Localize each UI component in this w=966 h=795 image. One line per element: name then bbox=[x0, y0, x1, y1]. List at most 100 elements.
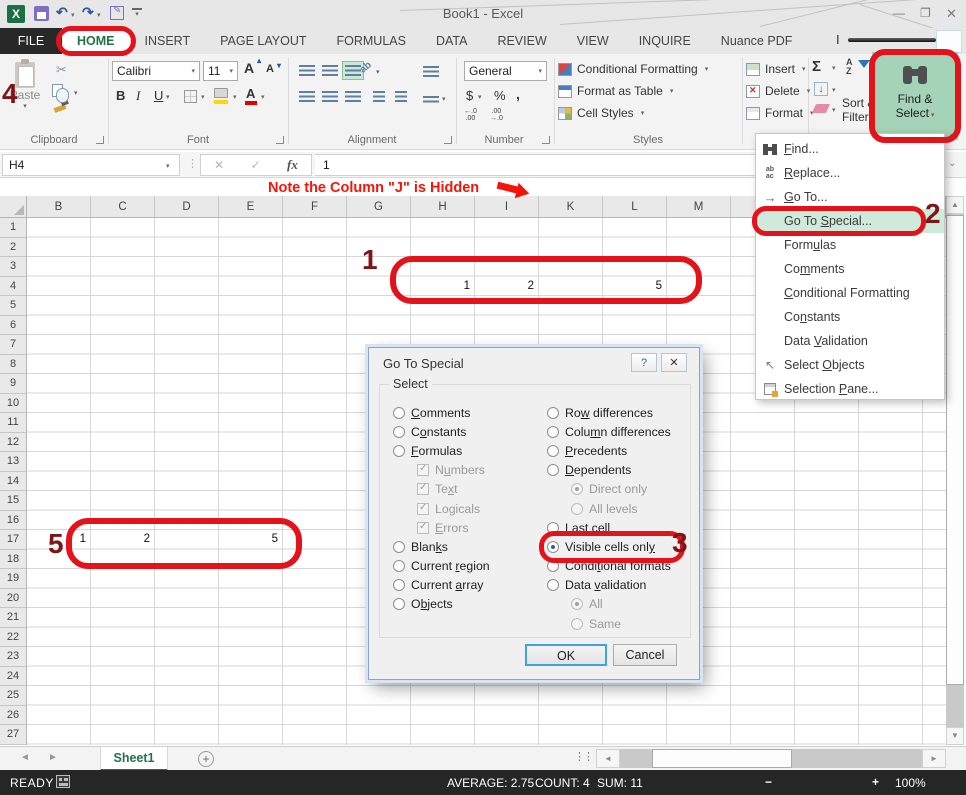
cell-C17[interactable]: 2 bbox=[91, 530, 155, 550]
font-color-icon[interactable]: A bbox=[246, 86, 255, 101]
row-header-15[interactable]: 15 bbox=[0, 491, 27, 511]
option-current-region[interactable]: Current region bbox=[393, 557, 490, 576]
row-header-3[interactable]: 3 bbox=[0, 257, 27, 277]
fill-color-icon[interactable] bbox=[214, 88, 228, 98]
formula-bar-handle[interactable]: ⋮ bbox=[187, 157, 198, 170]
row-header-25[interactable]: 25 bbox=[0, 686, 27, 706]
font-size-combo[interactable]: 11▾ bbox=[203, 61, 238, 81]
option-conditional-formats[interactable]: Conditional formats bbox=[547, 557, 671, 576]
option-objects[interactable]: Objects bbox=[393, 595, 490, 614]
menu-item-replace[interactable]: ab acReplace... bbox=[756, 161, 944, 185]
row-header-8[interactable]: 8 bbox=[0, 355, 27, 375]
shrink-font-icon[interactable]: A bbox=[266, 63, 274, 75]
macro-record-icon[interactable] bbox=[56, 775, 70, 788]
expand-formula-bar-icon[interactable]: ⌄ bbox=[948, 158, 956, 169]
zoom-percentage[interactable]: 100% bbox=[895, 776, 926, 790]
radio-current-array[interactable] bbox=[393, 579, 405, 591]
tab-review[interactable]: REVIEW bbox=[482, 28, 561, 54]
conditional-formatting-button[interactable]: Conditional Formatting bbox=[558, 62, 708, 76]
menu-item-selection-pane[interactable]: Selection Pane... bbox=[756, 377, 944, 401]
radio-precedents[interactable] bbox=[547, 445, 559, 457]
cell-styles-button[interactable]: Cell Styles bbox=[558, 106, 644, 120]
percent-button[interactable]: % bbox=[494, 88, 506, 103]
option-precedents[interactable]: Precedents bbox=[547, 441, 671, 460]
tab-file[interactable]: FILE bbox=[0, 28, 62, 54]
option-column-differences[interactable]: Column differences bbox=[547, 422, 671, 441]
cell-E17[interactable]: 5 bbox=[219, 530, 283, 550]
option-dependents[interactable]: Dependents bbox=[547, 461, 671, 480]
column-header-F[interactable]: F bbox=[283, 196, 347, 218]
option-blanks[interactable]: Blanks bbox=[393, 537, 490, 556]
copy-button[interactable] bbox=[52, 84, 63, 97]
insert-function-icon[interactable]: fx bbox=[287, 157, 298, 173]
tab-splitter-handle[interactable]: ⋮⋮ bbox=[574, 750, 592, 763]
font-dialog-launcher-icon[interactable] bbox=[276, 136, 284, 144]
option-data-validation[interactable]: Data validation bbox=[547, 576, 671, 595]
middle-align-button[interactable] bbox=[319, 61, 341, 80]
row-header-6[interactable]: 6 bbox=[0, 316, 27, 336]
merge-center-button[interactable] bbox=[420, 90, 442, 109]
cell-L4[interactable]: 5 bbox=[603, 277, 667, 297]
menu-item-data-validation[interactable]: Data Validation bbox=[756, 329, 944, 353]
bold-button[interactable]: B bbox=[116, 88, 125, 103]
horizontal-scrollbar[interactable]: ◄ ► bbox=[596, 749, 946, 768]
option-visible-cells-only[interactable]: Visible cells only bbox=[547, 537, 671, 556]
enter-entry-icon[interactable]: ✓ bbox=[251, 158, 261, 172]
row-header-16[interactable]: 16 bbox=[0, 511, 27, 531]
option-formulas[interactable]: Formulas bbox=[393, 441, 490, 460]
clipboard-dialog-launcher-icon[interactable] bbox=[96, 136, 104, 144]
row-header-21[interactable]: 21 bbox=[0, 608, 27, 628]
paste-button[interactable]: Paste ▾ bbox=[6, 60, 44, 126]
tab-page-layout[interactable]: PAGE LAYOUT bbox=[205, 28, 321, 54]
row-header-7[interactable]: 7 bbox=[0, 335, 27, 355]
currency-caret-icon[interactable]: ▾ bbox=[478, 93, 482, 101]
row-header-2[interactable]: 2 bbox=[0, 238, 27, 258]
radio-current-region[interactable] bbox=[393, 560, 405, 572]
wrap-text-button[interactable] bbox=[420, 62, 442, 81]
restore-button[interactable]: ❐ bbox=[920, 6, 931, 20]
radio-conditional-formats[interactable] bbox=[547, 560, 559, 572]
column-header-D[interactable]: D bbox=[155, 196, 219, 218]
radio-blanks[interactable] bbox=[393, 541, 405, 553]
fill-caret-icon[interactable]: ▾ bbox=[832, 86, 836, 94]
option-row-differences[interactable]: Row differences bbox=[547, 403, 671, 422]
tab-insert[interactable]: INSERT bbox=[130, 28, 206, 54]
zoom-in-button[interactable]: + bbox=[872, 775, 879, 789]
radio-objects[interactable] bbox=[393, 598, 405, 610]
row-header-18[interactable]: 18 bbox=[0, 550, 27, 570]
horizontal-scroll-thumb[interactable] bbox=[652, 749, 792, 768]
font-color-caret-icon[interactable]: ▾ bbox=[261, 93, 265, 101]
name-box[interactable] bbox=[2, 154, 180, 176]
cell-H4[interactable]: 1 bbox=[411, 277, 475, 297]
borders-caret-icon[interactable]: ▾ bbox=[201, 93, 205, 101]
clear-caret-icon[interactable]: ▾ bbox=[832, 106, 836, 114]
center-button[interactable] bbox=[319, 87, 341, 106]
dialog-help-button[interactable]: ? bbox=[631, 353, 657, 372]
vertical-scroll-thumb[interactable] bbox=[946, 215, 964, 685]
dialog-close-button[interactable]: ✕ bbox=[661, 353, 687, 372]
scroll-left-icon[interactable]: ◄ bbox=[596, 749, 620, 768]
scroll-right-icon[interactable]: ► bbox=[922, 749, 946, 768]
cancel-button[interactable]: Cancel bbox=[613, 644, 677, 666]
column-header-K[interactable]: K bbox=[539, 196, 603, 218]
radio-constants[interactable] bbox=[393, 426, 405, 438]
delete-cells-button[interactable]: Delete bbox=[746, 84, 810, 98]
find-select-button[interactable]: Find & Select bbox=[872, 52, 958, 140]
row-header-4[interactable]: 4 bbox=[0, 277, 27, 297]
format-cells-button[interactable]: Format bbox=[746, 106, 814, 120]
row-header-12[interactable]: 12 bbox=[0, 433, 27, 453]
number-dialog-launcher-icon[interactable] bbox=[542, 136, 550, 144]
menu-item-constants[interactable]: Constants bbox=[756, 305, 944, 329]
scroll-up-icon[interactable]: ▲ bbox=[946, 196, 964, 214]
increase-indent-button[interactable] bbox=[390, 87, 412, 106]
row-header-24[interactable]: 24 bbox=[0, 667, 27, 687]
row-header-23[interactable]: 23 bbox=[0, 647, 27, 667]
font-name-combo[interactable]: Calibri▾ bbox=[112, 61, 200, 81]
row-header-17[interactable]: 17 bbox=[0, 530, 27, 550]
column-header-B[interactable]: B bbox=[27, 196, 91, 218]
cut-icon[interactable]: ✂ bbox=[56, 62, 67, 78]
option-constants[interactable]: Constants bbox=[393, 422, 490, 441]
underline-caret-icon[interactable]: ▾ bbox=[166, 93, 170, 101]
vertical-scrollbar[interactable]: ▲ ▼ bbox=[946, 196, 964, 745]
cell-I4[interactable]: 2 bbox=[475, 277, 539, 297]
